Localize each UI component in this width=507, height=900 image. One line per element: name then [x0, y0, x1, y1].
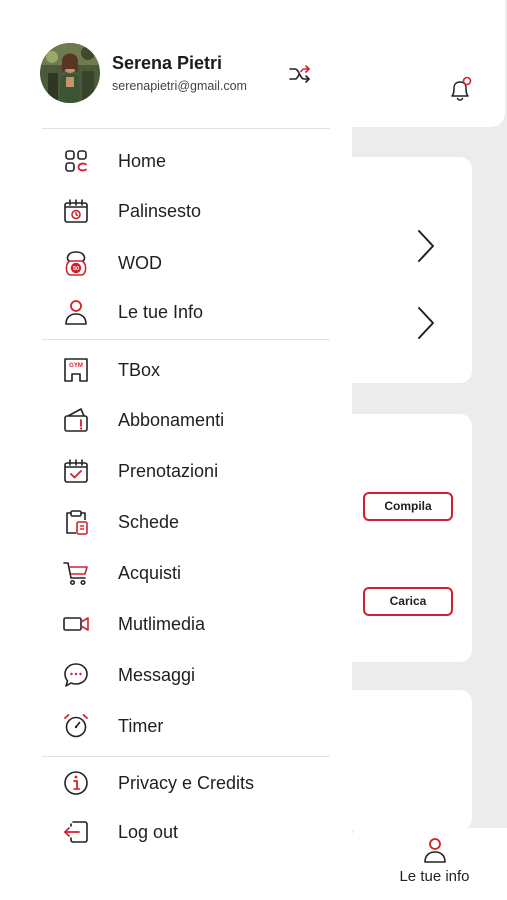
menu-item-messaggi[interactable]: Messaggi — [0, 653, 352, 697]
chevron-right-icon[interactable] — [416, 305, 436, 341]
menu-item-label: Schede — [118, 512, 180, 532]
timer-icon — [64, 714, 88, 738]
menu-item-abbonamenti[interactable]: Abbonamenti — [0, 398, 352, 442]
menu-item-label: Timer — [118, 716, 164, 736]
menu-item-label: Prenotazioni — [118, 461, 219, 481]
compila-button[interactable]: Compila — [363, 492, 453, 521]
menu-item-label: Home — [118, 151, 167, 171]
menu-item-tbox[interactable]: GYM TBox — [0, 348, 352, 392]
menu-item-label: Mutlimedia — [118, 614, 206, 634]
menu-item-label: Log out — [118, 822, 179, 842]
menu-item-label: Palinsesto — [118, 201, 202, 221]
menu-item-wod[interactable]: 50 WOD — [0, 241, 352, 285]
menu-item-label: Abbonamenti — [118, 410, 225, 430]
divider — [42, 128, 330, 129]
svg-text:GYM: GYM — [69, 363, 83, 369]
menu-item-acquisti[interactable]: Acquisti — [0, 551, 352, 595]
menu-item-privacy[interactable]: Privacy e Credits — [0, 761, 352, 805]
calendar-icon — [64, 199, 88, 223]
menu-item-timer[interactable]: Timer — [0, 704, 352, 748]
bottom-nav: Le tue info — [352, 828, 507, 900]
calendar-check-icon — [64, 459, 88, 483]
logout-icon — [64, 821, 88, 843]
divider — [42, 339, 330, 340]
carica-button[interactable]: Carica — [363, 587, 453, 616]
menu-item-prenotazioni[interactable]: Prenotazioni — [0, 449, 352, 493]
notification-bell-icon[interactable] — [447, 76, 473, 104]
home-icon — [65, 150, 87, 172]
user-icon[interactable] — [422, 836, 448, 864]
bottom-nav-label[interactable]: Le tue info — [352, 868, 507, 885]
chevron-right-icon[interactable] — [416, 228, 436, 264]
gym-icon: GYM — [64, 358, 88, 382]
video-icon — [63, 617, 89, 631]
menu-item-label: TBox — [118, 360, 161, 380]
switch-account-icon[interactable] — [288, 63, 312, 85]
svg-text:50: 50 — [73, 266, 79, 272]
menu-item-home[interactable]: Home — [0, 139, 352, 183]
subscription-icon — [64, 408, 88, 432]
kettlebell-icon: 50 — [65, 251, 87, 276]
menu-item-schede[interactable]: Schede — [0, 500, 352, 544]
menu-item-le-tue-info[interactable]: Le tue Info — [0, 290, 352, 334]
clipboard-icon — [66, 510, 88, 535]
menu-item-palinsesto[interactable]: Palinsesto — [0, 189, 352, 233]
menu-item-label: Le tue Info — [118, 302, 204, 322]
profile-header: Serena Pietri serenapietri@gmail.com — [0, 0, 352, 128]
info-icon — [64, 771, 88, 795]
menu-item-logout[interactable]: Log out — [0, 810, 352, 854]
avatar[interactable] — [40, 43, 100, 103]
user-icon — [65, 300, 87, 325]
menu-item-label: WOD — [118, 253, 162, 273]
chat-icon — [64, 663, 88, 687]
menu-item-label: Messaggi — [118, 665, 196, 685]
navigation-drawer: Serena Pietri serenapietri@gmail.com Hom… — [0, 0, 352, 900]
cart-icon — [63, 562, 88, 586]
user-name: Serena Pietri — [112, 53, 223, 73]
menu-item-label: Acquisti — [118, 563, 182, 583]
menu-item-label: Privacy e Credits — [118, 773, 255, 793]
divider — [42, 756, 330, 757]
user-email: serenapietri@gmail.com — [112, 79, 247, 93]
menu-item-multimedia[interactable]: Mutlimedia — [0, 602, 352, 646]
